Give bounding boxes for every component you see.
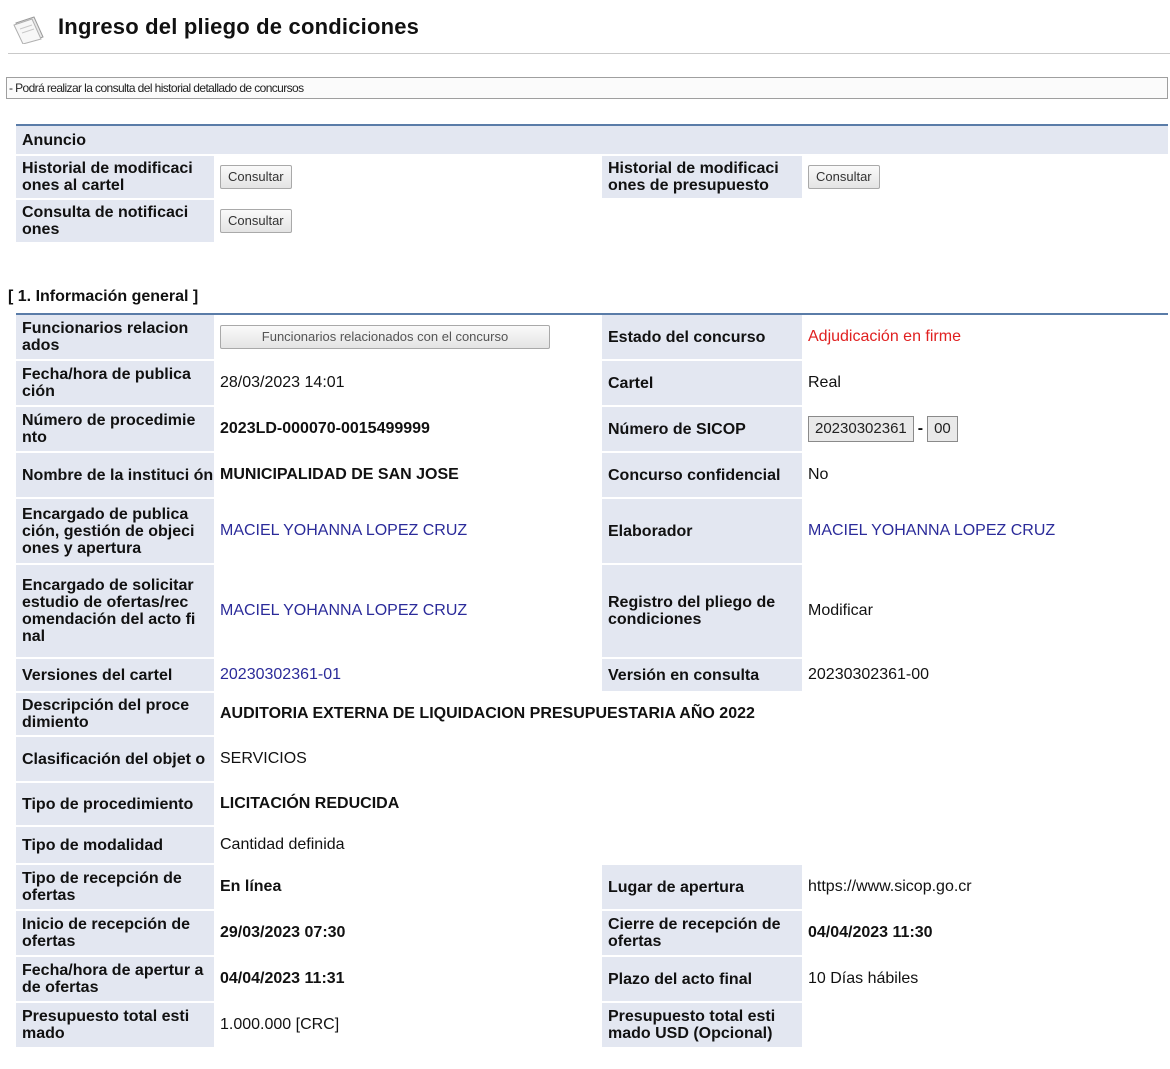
institucion-value: MUNICIPALIDAD DE SAN JOSE — [214, 452, 602, 499]
version-consulta-value: 20230302361-00 — [802, 658, 1168, 693]
historial-presupuesto-label: Historial de modificaci ones de presupue… — [602, 155, 802, 200]
inicio-recepcion-label: Inicio de recepción de ofertas — [16, 910, 214, 957]
presupuesto-label: Presupuesto total esti mado — [16, 1002, 214, 1049]
consultar-historial-presupuesto-button[interactable]: Consultar — [808, 165, 880, 189]
encargado-solicitar-label: Encargado de solicitar estudio de oferta… — [16, 564, 214, 659]
lugar-apertura-label: Lugar de apertura — [602, 864, 802, 911]
page-title: Ingreso del pliego de condiciones — [58, 14, 420, 39]
numero-sicop-label: Número de SICOP — [602, 406, 802, 453]
fecha-apertura-value: 04/04/2023 11:31 — [214, 956, 602, 1003]
tipo-modalidad-label: Tipo de modalidad — [16, 826, 214, 865]
historial-cartel-label: Historial de modificaci ones al cartel — [16, 155, 214, 200]
fecha-publicacion-label: Fecha/hora de publica ción — [16, 360, 214, 407]
presupuesto-usd-label: Presupuesto total esti mado USD (Opciona… — [602, 1002, 802, 1049]
presupuesto-usd-value — [802, 1002, 1168, 1049]
numero-sicop-separator: - — [917, 420, 924, 437]
registro-pliego-value[interactable]: Modificar — [802, 564, 1168, 659]
cartel-value: Real — [802, 360, 1168, 407]
confidencial-value: No — [802, 452, 1168, 499]
tipo-procedimiento-value: LICITACIÓN REDUCIDA — [214, 782, 1168, 827]
clasificacion-label: Clasificación del objet o — [16, 736, 214, 783]
elaborador-label: Elaborador — [602, 498, 802, 565]
consulta-notificaciones-label: Consulta de notificaci ones — [16, 199, 214, 244]
header-divider — [8, 53, 1170, 54]
confidencial-label: Concurso confidencial — [602, 452, 802, 499]
versiones-cartel-label: Versiones del cartel — [16, 658, 214, 693]
encargado-publicacion-label: Encargado de publica ción, gestión de ob… — [16, 498, 214, 565]
version-consulta-label: Versión en consulta — [602, 658, 802, 693]
page-header: Ingreso del pliego de condiciones — [0, 0, 1170, 54]
fecha-apertura-label: Fecha/hora de apertur a de ofertas — [16, 956, 214, 1003]
elaborador-value: MACIEL YOHANNA LOPEZ CRUZ — [802, 498, 1168, 565]
cartel-label: Cartel — [602, 360, 802, 407]
descripcion-value: AUDITORIA EXTERNA DE LIQUIDACION PRESUPU… — [214, 692, 1168, 737]
anuncio-table: Anuncio Historial de modificaci ones al … — [16, 124, 1168, 244]
tipo-recepcion-value: En línea — [214, 864, 602, 911]
informacion-general-table: Funcionarios relacion ados Funcionarios … — [16, 313, 1168, 1049]
plazo-acto-final-value: 10 Días hábiles — [802, 956, 1168, 1003]
numero-sicop-suffix-field: 00 — [927, 416, 958, 442]
tipo-procedimiento-label: Tipo de procedimiento — [16, 782, 214, 827]
inicio-recepcion-value: 29/03/2023 07:30 — [214, 910, 602, 957]
versiones-cartel-value[interactable]: 20230302361-01 — [214, 658, 602, 693]
encargado-solicitar-value: MACIEL YOHANNA LOPEZ CRUZ — [214, 564, 602, 659]
consultar-historial-cartel-button[interactable]: Consultar — [220, 165, 292, 189]
info-notice: - Podrá realizar la consulta del histori… — [6, 77, 1168, 99]
anuncio-title: Anuncio — [16, 125, 1168, 156]
consultar-notificaciones-button[interactable]: Consultar — [220, 209, 292, 233]
tipo-recepcion-label: Tipo de recepción de ofertas — [16, 864, 214, 911]
section-title: [ 1. Información general ] — [8, 288, 199, 305]
encargado-publicacion-value: MACIEL YOHANNA LOPEZ CRUZ — [214, 498, 602, 565]
document-icon — [13, 16, 44, 44]
funcionarios-button[interactable]: Funcionarios relacionados con el concurs… — [220, 325, 550, 349]
numero-procedimiento-label: Número de procedimie nto — [16, 406, 214, 453]
lugar-apertura-value: https://www.sicop.go.cr — [802, 864, 1168, 911]
registro-pliego-label: Registro del pliego de condiciones — [602, 564, 802, 659]
clasificacion-value: SERVICIOS — [214, 736, 1168, 783]
institucion-label: Nombre de la instituci ón — [16, 452, 214, 499]
estado-value: Adjudicación en firme — [802, 314, 1168, 361]
plazo-acto-final-label: Plazo del acto final — [602, 956, 802, 1003]
presupuesto-value: 1.000.000 [CRC] — [214, 1002, 602, 1049]
numero-sicop-field: 20230302361 — [808, 416, 914, 442]
cierre-recepcion-value: 04/04/2023 11:30 — [802, 910, 1168, 957]
funcionarios-label: Funcionarios relacion ados — [16, 314, 214, 361]
descripcion-label: Descripción del proce dimiento — [16, 692, 214, 737]
tipo-modalidad-value: Cantidad definida — [214, 826, 1168, 865]
numero-procedimiento-value: 2023LD-000070-0015499999 — [214, 406, 602, 453]
estado-label: Estado del concurso — [602, 314, 802, 361]
fecha-publicacion-value: 28/03/2023 14:01 — [214, 360, 602, 407]
cierre-recepcion-label: Cierre de recepción de ofertas — [602, 910, 802, 957]
